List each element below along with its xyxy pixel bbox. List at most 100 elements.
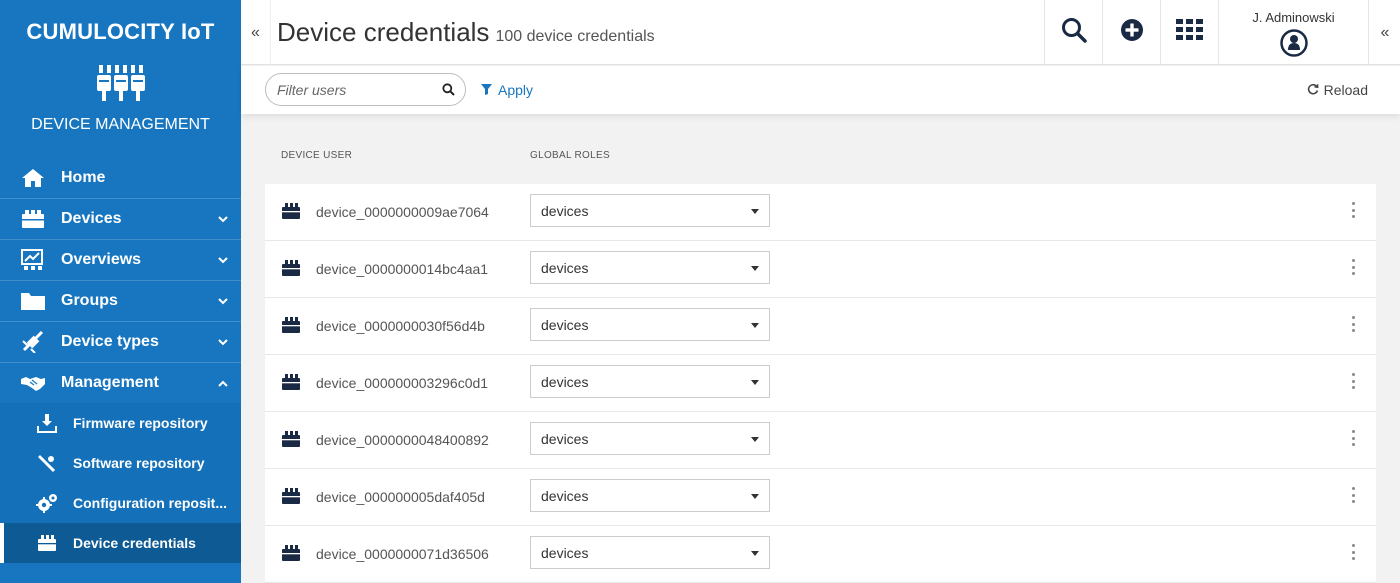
- add-button[interactable]: [1102, 0, 1160, 65]
- table-row: device_0000000014bc4aa1 devices: [265, 241, 1376, 298]
- app-name: DEVICE MANAGEMENT: [31, 116, 210, 133]
- row-actions-menu-icon[interactable]: [1350, 373, 1356, 389]
- global-roles-select[interactable]: devices: [530, 422, 770, 455]
- gears-icon: [36, 493, 58, 513]
- device-user-name: device_000000005daf405d: [316, 489, 485, 505]
- global-roles-value: devices: [541, 373, 589, 390]
- reload-button[interactable]: Reload: [1307, 82, 1368, 98]
- caret-down-icon: [751, 380, 759, 385]
- device-icon: [281, 373, 301, 396]
- sidebar-subitem-label: Software repository: [73, 455, 205, 471]
- caret-down-icon: [751, 266, 759, 271]
- user-avatar-icon: [1279, 29, 1308, 62]
- sidebar-item-label: Groups: [61, 292, 118, 309]
- table-row: device_0000000030f56d4b devices: [265, 298, 1376, 355]
- overviews-icon: [20, 249, 46, 271]
- top-header: « Device credentials 100 device credenti…: [241, 0, 1400, 65]
- global-roles-select[interactable]: devices: [530, 479, 770, 512]
- sidebar-subitem-firmware[interactable]: Firmware repository: [0, 403, 241, 443]
- device-management-logo-icon: [0, 63, 241, 109]
- global-roles-value: devices: [541, 259, 589, 276]
- apply-label: Apply: [498, 82, 534, 98]
- sidebar-item-devices[interactable]: Devices: [0, 198, 241, 239]
- sidebar-item-home[interactable]: Home: [0, 157, 241, 198]
- device-user-name: device_000000003296c0d1: [316, 375, 489, 391]
- global-roles-value: devices: [541, 202, 589, 219]
- handshake-icon: [20, 372, 46, 394]
- sidebar-item-label: Device types: [61, 333, 159, 350]
- device-icon: [281, 430, 301, 453]
- filter-icon: [481, 82, 498, 98]
- chevron-down-icon: [217, 336, 229, 348]
- global-roles-select[interactable]: devices: [530, 194, 770, 227]
- sidebar-subitem-configuration[interactable]: Configuration reposit...: [0, 483, 241, 523]
- device-user-name: device_0000000048400892: [316, 432, 489, 448]
- plus-circle-icon: [1120, 18, 1144, 47]
- download-icon: [36, 413, 58, 433]
- sidebar-subitem-label: Firmware repository: [73, 415, 208, 431]
- device-user-name: device_0000000009ae7064: [316, 204, 489, 220]
- search-button[interactable]: [1044, 0, 1102, 65]
- search-icon[interactable]: [442, 83, 455, 101]
- global-roles-value: devices: [541, 544, 589, 561]
- caret-down-icon: [751, 494, 759, 499]
- collapse-sidebar-button[interactable]: «: [241, 0, 271, 65]
- sidebar-item-groups[interactable]: Groups: [0, 280, 241, 321]
- sidebar-subitem-software[interactable]: Software repository: [0, 443, 241, 483]
- sidebar-item-overviews[interactable]: Overviews: [0, 239, 241, 280]
- device-icon: [281, 259, 301, 282]
- folder-icon: [20, 290, 46, 312]
- row-actions-menu-icon[interactable]: [1350, 316, 1356, 332]
- device-types-icon: [20, 331, 46, 353]
- caret-down-icon: [751, 551, 759, 556]
- table-row: device_000000003296c0d1 devices: [265, 355, 1376, 412]
- devices-icon: [20, 208, 46, 230]
- user-name: J. Adminowski: [1252, 10, 1335, 25]
- user-menu[interactable]: J. Adminowski: [1218, 0, 1369, 65]
- collapse-right-panel-button[interactable]: «: [1370, 0, 1400, 65]
- device-icon: [281, 544, 301, 567]
- page-subtitle: 100 device credentials: [495, 28, 655, 45]
- app-switcher-button[interactable]: [1160, 0, 1218, 65]
- column-header-global-roles[interactable]: GLOBAL ROLES: [530, 150, 610, 161]
- row-actions-menu-icon[interactable]: [1350, 544, 1356, 560]
- page-title: Device credentials: [277, 17, 490, 47]
- brand-logo-text[interactable]: CUMULOCITY IoT: [0, 0, 241, 63]
- device-user-name: device_0000000014bc4aa1: [316, 261, 489, 277]
- row-actions-menu-icon[interactable]: [1350, 202, 1356, 218]
- sidebar-item-device-types[interactable]: Device types: [0, 321, 241, 362]
- credentials-list: device_0000000009ae7064 devices device_0…: [265, 184, 1376, 583]
- table-row: device_0000000009ae7064 devices: [265, 184, 1376, 241]
- column-header-device-user[interactable]: DEVICE USER: [281, 150, 352, 161]
- row-actions-menu-icon[interactable]: [1350, 487, 1356, 503]
- row-actions-menu-icon[interactable]: [1350, 259, 1356, 275]
- chevron-down-icon: [217, 295, 229, 307]
- global-roles-select[interactable]: devices: [530, 251, 770, 284]
- global-roles-value: devices: [541, 316, 589, 333]
- filter-users-input[interactable]: [277, 81, 437, 98]
- global-roles-value: devices: [541, 430, 589, 447]
- sidebar-item-label: Home: [61, 168, 106, 186]
- reload-label: Reload: [1323, 82, 1368, 98]
- global-roles-select[interactable]: devices: [530, 365, 770, 398]
- row-actions-menu-icon[interactable]: [1350, 430, 1356, 446]
- filter-users-field[interactable]: [265, 73, 466, 106]
- sidebar-subitem-device-credentials[interactable]: Device credentials: [0, 523, 241, 563]
- sidebar-item-management[interactable]: Management: [0, 362, 241, 403]
- chevron-down-icon: [217, 254, 229, 266]
- global-roles-select[interactable]: devices: [530, 536, 770, 569]
- chevron-up-icon: [217, 377, 229, 389]
- device-icon: [281, 202, 301, 225]
- table-row: device_000000005daf405d devices: [265, 469, 1376, 526]
- caret-down-icon: [751, 209, 759, 214]
- device-icon: [281, 487, 301, 510]
- device-user-name: device_0000000030f56d4b: [316, 318, 485, 334]
- sidebar-item-label: Overviews: [61, 251, 142, 268]
- title-area: Device credentials 100 device credential…: [277, 17, 655, 48]
- device-icon: [281, 316, 301, 339]
- grid-icon: [1175, 19, 1204, 46]
- global-roles-select[interactable]: devices: [530, 308, 770, 341]
- action-toolbar: Apply Reload: [241, 66, 1400, 114]
- apply-filter-button[interactable]: Apply: [481, 82, 533, 98]
- search-icon: [1061, 17, 1087, 48]
